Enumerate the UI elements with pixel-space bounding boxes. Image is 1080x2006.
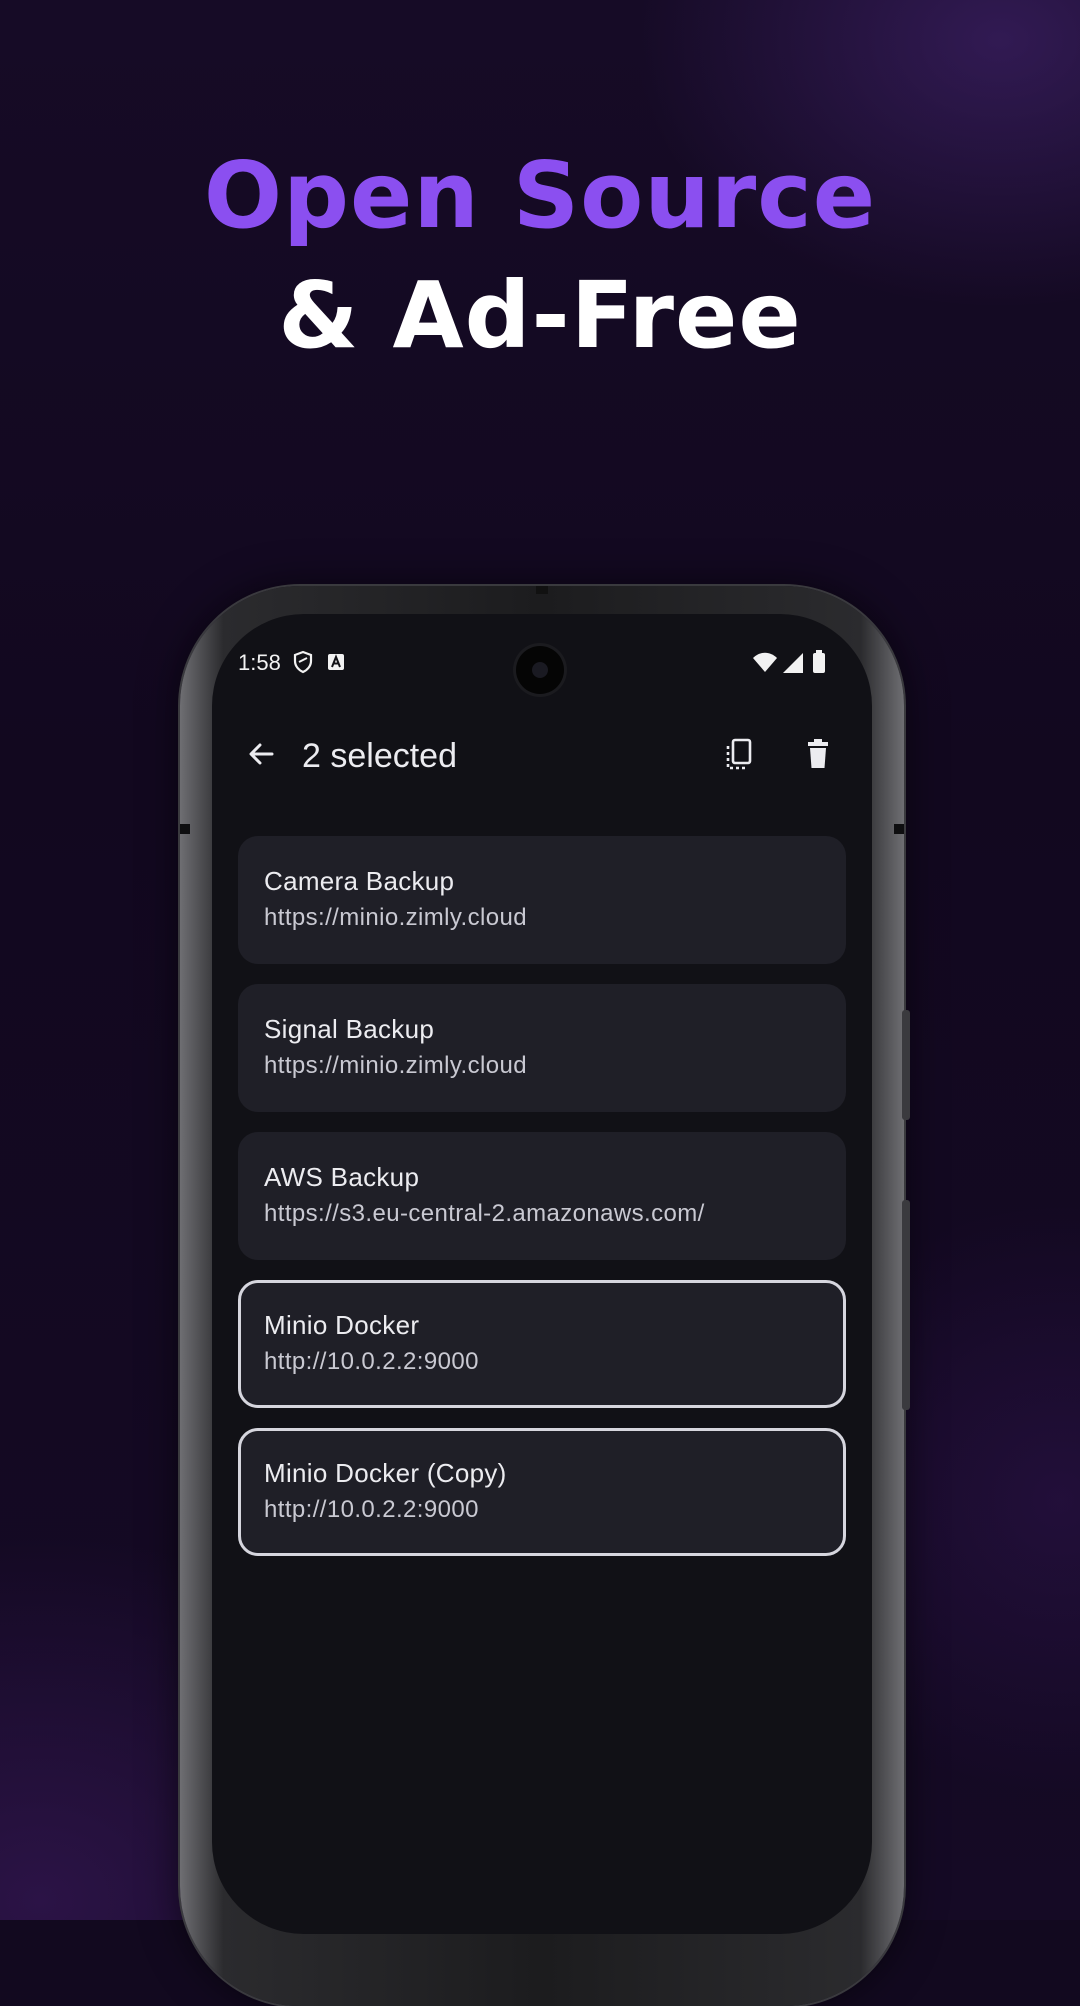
connection-name: Minio Docker (Copy): [264, 1458, 507, 1488]
copy-button[interactable]: [720, 734, 760, 774]
connection-card-minio-docker[interactable]: Minio Docker http://10.0.2.2:9000: [238, 1280, 846, 1408]
connection-url: https://minio.zimly.cloud: [264, 904, 527, 931]
connection-url: http://10.0.2.2:9000: [264, 1496, 479, 1523]
signal-icon: [782, 652, 804, 680]
connection-card-signal-backup[interactable]: Signal Backup https://minio.zimly.cloud: [238, 984, 846, 1112]
battery-icon: [812, 650, 826, 680]
promo-headline-line2: & Ad-Free: [278, 262, 802, 369]
connection-card-minio-docker-copy[interactable]: Minio Docker (Copy) http://10.0.2.2:9000: [238, 1428, 846, 1556]
copy-icon: [726, 738, 752, 770]
phone-antenna-line: [536, 586, 548, 594]
connection-url: http://10.0.2.2:9000: [264, 1348, 479, 1375]
phone-antenna-line: [180, 824, 190, 834]
phone-screen: 1:58 2 selected Camera Backup https://mi…: [212, 614, 872, 1934]
delete-button[interactable]: [798, 734, 838, 774]
wifi-icon: [752, 652, 778, 680]
connection-list: Camera Backup https://minio.zimly.cloud …: [238, 836, 846, 1576]
connection-url: https://minio.zimly.cloud: [264, 1052, 527, 1079]
connection-name: AWS Backup: [264, 1162, 420, 1192]
front-camera: [516, 646, 564, 694]
status-time: 1:58: [238, 650, 281, 675]
phone-antenna-line: [894, 824, 904, 834]
back-button[interactable]: [242, 734, 282, 774]
back-arrow-icon: [249, 743, 274, 765]
connection-card-camera-backup[interactable]: Camera Backup https://minio.zimly.cloud: [238, 836, 846, 964]
shield-icon: [292, 650, 314, 680]
connection-url: https://s3.eu-central-2.amazonaws.com/: [264, 1200, 705, 1227]
page-title: 2 selected: [302, 737, 457, 775]
connection-name: Camera Backup: [264, 866, 455, 896]
connection-name: Minio Docker: [264, 1310, 420, 1340]
trash-icon: [808, 739, 828, 768]
a-badge-icon: [326, 652, 346, 678]
phone-volume-button: [902, 1200, 910, 1410]
phone-power-button: [902, 1010, 910, 1120]
connection-card-aws-backup[interactable]: AWS Backup https://s3.eu-central-2.amazo…: [238, 1132, 846, 1260]
connection-name: Signal Backup: [264, 1014, 435, 1044]
promo-headline-line1: Open Source: [203, 142, 877, 249]
